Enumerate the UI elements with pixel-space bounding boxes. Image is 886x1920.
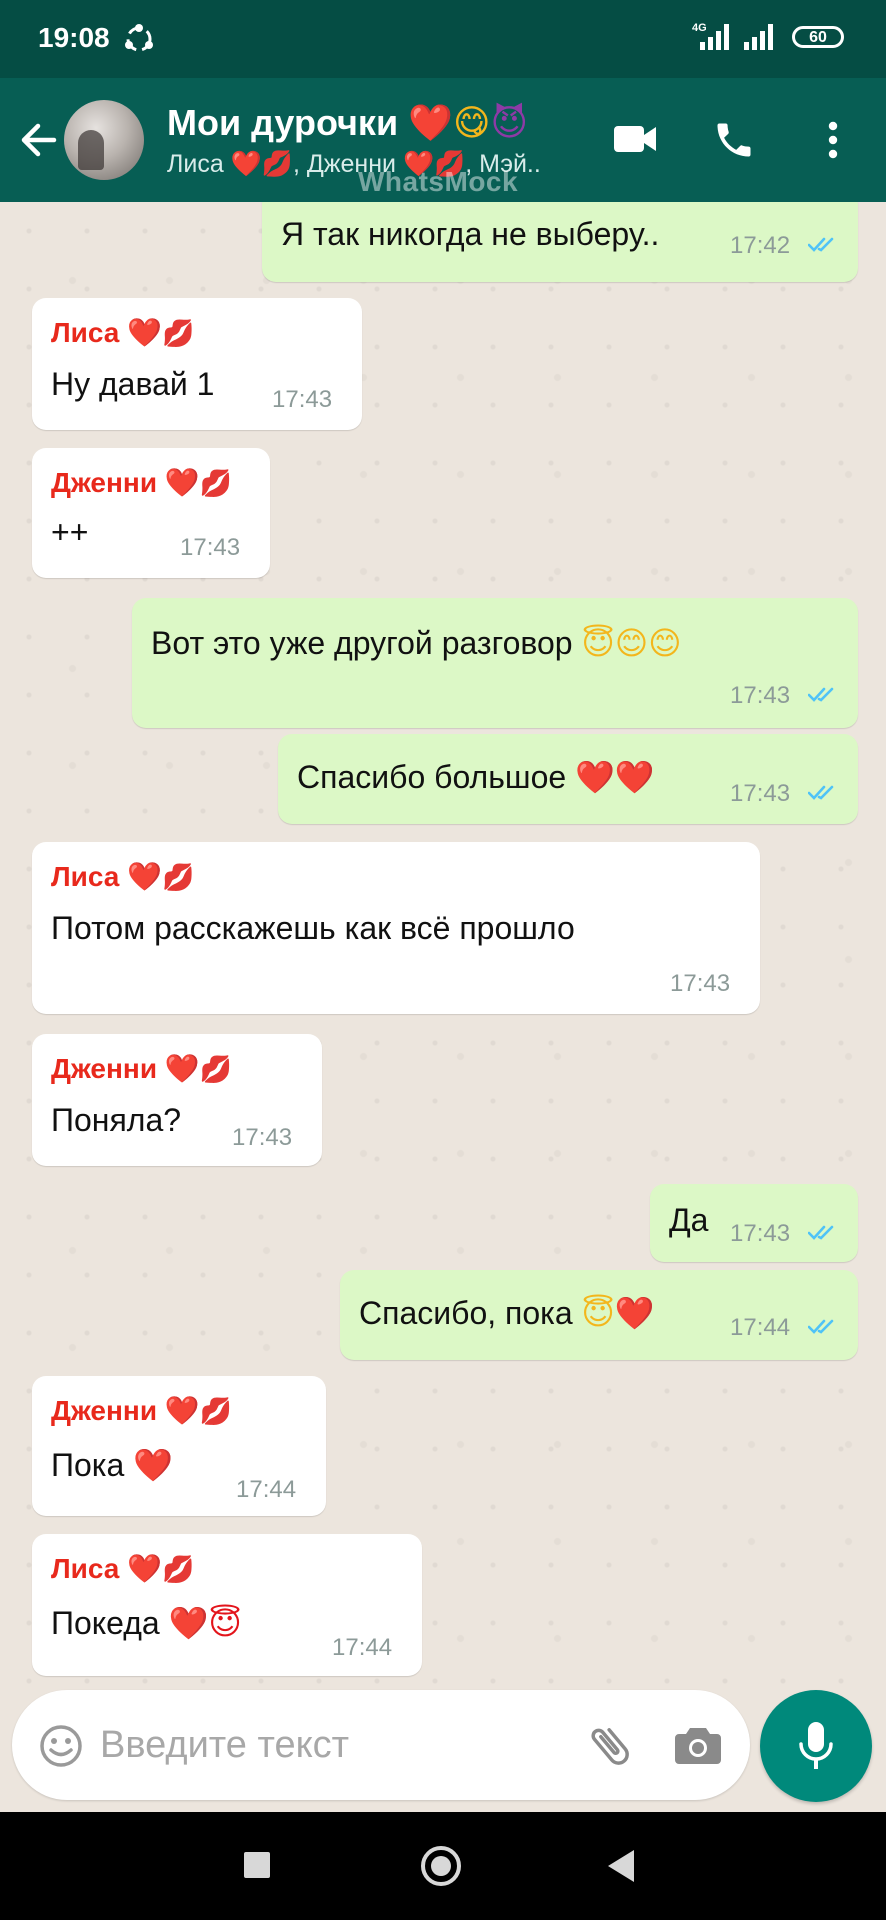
message-incoming[interactable]: Лиса ❤️💋 Покеда ❤️😇 17:44 xyxy=(32,1534,422,1676)
sender-name: Дженни ❤️💋 xyxy=(51,466,233,499)
signal-4g-icon: 4G xyxy=(692,22,729,50)
message-incoming[interactable]: Дженни ❤️💋 Поняла? 17:43 xyxy=(32,1034,322,1166)
system-nav-bar xyxy=(0,1812,886,1920)
message-text: Спасибо, пока 😇❤️ xyxy=(359,1294,655,1332)
message-text: Да xyxy=(669,1202,709,1238)
message-text: Покеда ❤️😇 xyxy=(51,1604,242,1642)
message-time: 17:43 xyxy=(730,1220,791,1247)
chat-title[interactable]: Мои дурочки ❤️😋😈 xyxy=(167,102,528,144)
message-time: 17:43 xyxy=(730,780,791,807)
read-ticks-icon xyxy=(808,1319,834,1334)
message-incoming[interactable]: Дженни ❤️💋 Пока ❤️ 17:44 xyxy=(32,1376,326,1516)
read-ticks-icon xyxy=(808,687,834,702)
signal-icon xyxy=(744,24,773,50)
message-text: Ну давай 1 xyxy=(51,366,215,402)
video-call-icon[interactable] xyxy=(612,122,658,156)
message-emoji: ❤️❤️ xyxy=(575,758,655,796)
message-emoji: ❤️😇 xyxy=(168,1604,242,1642)
message-outgoing[interactable]: Да 17:43 xyxy=(650,1184,858,1262)
message-text: Спасибо большое ❤️❤️ xyxy=(297,758,655,796)
network-label: 4G xyxy=(692,22,707,34)
sender-name: Лиса ❤️💋 xyxy=(51,316,195,349)
message-incoming[interactable]: Дженни ❤️💋 ++ 17:43 xyxy=(32,448,270,578)
status-time: 19:08 xyxy=(38,22,110,53)
emoji-icon[interactable] xyxy=(38,1723,84,1769)
message-outgoing[interactable]: Спасибо, пока 😇❤️ 17:44 xyxy=(340,1270,858,1360)
message-text: Вот это уже другой разговор 😇😊😊 xyxy=(151,624,682,662)
message-emoji: 😇❤️ xyxy=(581,1294,655,1332)
read-ticks-icon xyxy=(808,1225,834,1240)
attach-icon[interactable] xyxy=(584,1720,636,1772)
watermark: WhatsMock xyxy=(358,166,519,197)
message-time: 17:42 xyxy=(730,232,791,259)
message-time: 17:43 xyxy=(180,534,241,561)
message-text: ++ xyxy=(51,514,89,550)
message-time: 17:44 xyxy=(236,1476,297,1503)
more-vert-icon[interactable] xyxy=(826,120,840,160)
recents-button[interactable] xyxy=(244,1852,270,1878)
camera-icon[interactable] xyxy=(674,1724,722,1766)
message-input-bar[interactable]: Введите текст xyxy=(12,1690,750,1800)
message-incoming[interactable]: Лиса ❤️💋 Ну давай 1 17:43 xyxy=(32,298,362,430)
message-input[interactable]: Введите текст xyxy=(100,1724,349,1767)
sender-name: Лиса ❤️💋 xyxy=(51,860,195,893)
title-heart-emoji: ❤️ xyxy=(408,103,453,144)
chat-title-text: Мои дурочки xyxy=(167,102,399,143)
message-emoji: 😇😊😊 xyxy=(581,624,682,662)
sender-name: Дженни ❤️💋 xyxy=(51,1394,233,1427)
message-text: Я так никогда не выберу.. xyxy=(281,216,660,252)
read-ticks-icon xyxy=(808,237,834,252)
sender-name: Лиса ❤️💋 xyxy=(51,1552,195,1585)
sender-name: Дженни ❤️💋 xyxy=(51,1052,233,1085)
message-text: Потом расскажешь как всё прошло xyxy=(51,910,575,946)
back-arrow-icon[interactable] xyxy=(18,120,58,160)
message-emoji: ❤️ xyxy=(133,1446,174,1484)
status-bar: 19:08 4G 60 xyxy=(0,0,886,78)
voice-record-button[interactable] xyxy=(760,1690,872,1802)
message-text: Поняла? xyxy=(51,1102,182,1138)
title-devil-emoji: 😈 xyxy=(490,103,528,144)
message-time: 17:43 xyxy=(730,682,791,709)
message-outgoing[interactable]: Я так никогда не выберу.. 17:42 xyxy=(262,202,858,282)
message-incoming[interactable]: Лиса ❤️💋 Потом расскажешь как всё прошло… xyxy=(32,842,760,1014)
message-time: 17:43 xyxy=(272,386,333,413)
message-time: 17:44 xyxy=(332,1634,393,1661)
sync-icon xyxy=(125,24,153,52)
read-ticks-icon xyxy=(808,785,834,800)
phone-icon[interactable] xyxy=(712,118,756,162)
message-outgoing[interactable]: Спасибо большое ❤️❤️ 17:43 xyxy=(278,734,858,824)
message-time: 17:43 xyxy=(670,970,731,997)
chat-area[interactable]: Я так никогда не выберу.. 17:42 Лиса ❤️💋… xyxy=(0,202,886,1688)
title-yum-emoji: 😋 xyxy=(452,103,491,144)
message-time: 17:43 xyxy=(232,1124,293,1151)
group-avatar[interactable] xyxy=(64,100,144,180)
battery-indicator: 60 xyxy=(792,26,844,48)
message-text: Пока ❤️ xyxy=(51,1446,174,1484)
mic-icon xyxy=(799,1722,833,1769)
message-time: 17:44 xyxy=(730,1314,791,1341)
message-outgoing[interactable]: Вот это уже другой разговор 😇😊😊 17:43 xyxy=(132,598,858,728)
back-button[interactable] xyxy=(608,1850,634,1882)
home-button[interactable] xyxy=(421,1846,461,1886)
